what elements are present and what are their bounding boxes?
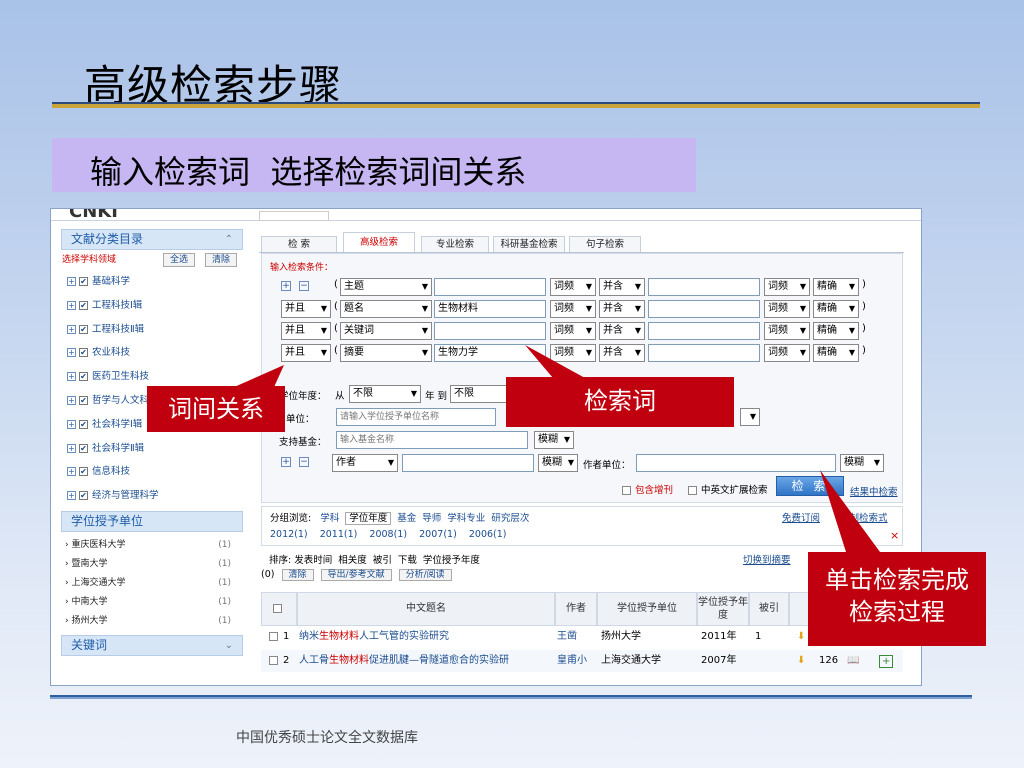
term-arrow <box>525 345 585 378</box>
footer-rule <box>50 695 972 699</box>
complete-arrow <box>820 470 880 552</box>
term-callout: 检索词 <box>506 377 734 427</box>
complete-callout: 单击检索完成检索过程 <box>808 552 986 646</box>
footnote: 中国优秀硕士论文全文数据库 <box>236 730 418 746</box>
relation-callout: 词间关系 <box>147 386 285 432</box>
